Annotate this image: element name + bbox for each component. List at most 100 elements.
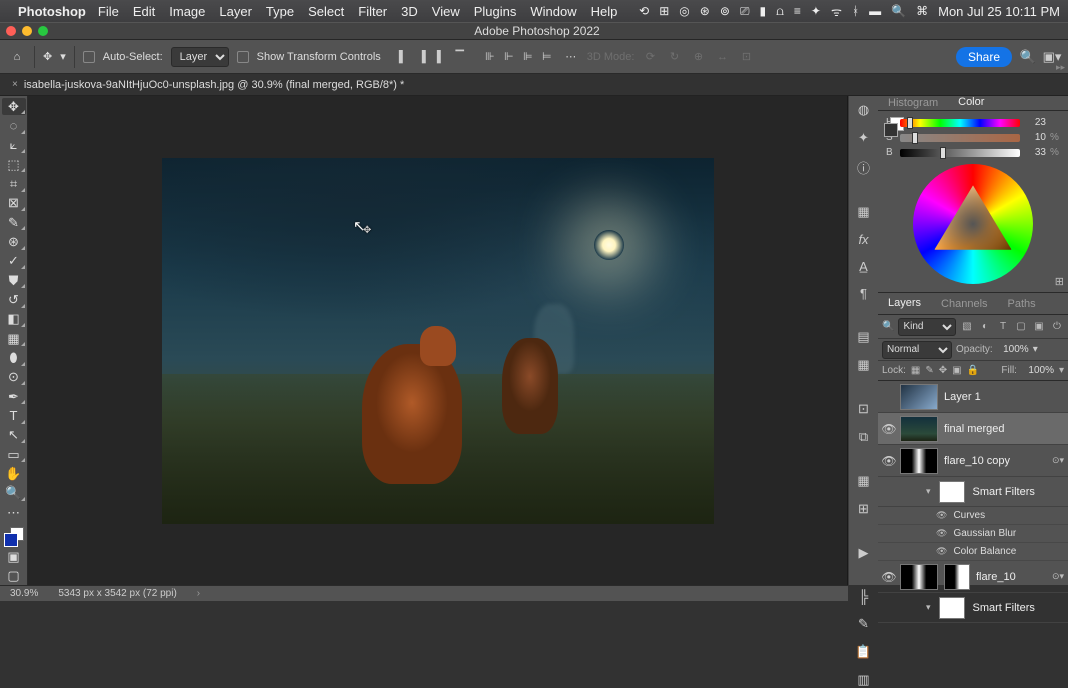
layer-row[interactable]: 👁 final merged: [878, 413, 1068, 445]
canvas-area[interactable]: ↖: [28, 96, 848, 585]
hue-value[interactable]: 23: [1024, 117, 1046, 128]
edit-toolbar-icon[interactable]: ⋯: [2, 504, 26, 521]
character-icon[interactable]: A̲: [855, 259, 873, 274]
search-icon[interactable]: 🔍: [1020, 49, 1036, 65]
smart-filter-item[interactable]: 👁Color Balance: [878, 543, 1068, 561]
autoselect-checkbox[interactable]: [83, 51, 95, 63]
layer-mask-thumb[interactable]: [944, 564, 970, 590]
menu-select[interactable]: Select: [308, 4, 344, 19]
bri-slider[interactable]: [900, 149, 1020, 157]
panel-icon[interactable]: ✎: [855, 616, 873, 632]
visibility-toggle[interactable]: 👁: [878, 570, 900, 584]
menubar-icon[interactable]: ⊛: [700, 4, 710, 18]
document-dimensions[interactable]: 5343 px x 3542 px (72 ppi): [58, 588, 176, 599]
menubar-clock[interactable]: Mon Jul 25 10:11 PM: [938, 4, 1060, 19]
fill-input[interactable]: [1022, 365, 1054, 376]
visibility-toggle[interactable]: 👁: [878, 454, 900, 468]
libraries-icon[interactable]: ◍: [855, 102, 873, 118]
healing-tool[interactable]: ⊛: [2, 233, 26, 250]
layer-thumbnail[interactable]: [900, 416, 938, 442]
lock-all-icon[interactable]: 🔒: [967, 365, 979, 376]
document-tab[interactable]: × isabella-juskova-9aNItHjuOc0-unsplash.…: [4, 74, 412, 95]
window-minimize-button[interactable]: [22, 26, 32, 36]
menubar-icon[interactable]: ⊞: [659, 4, 669, 18]
distribute-icon[interactable]: ⊫: [520, 49, 536, 65]
menu-layer[interactable]: Layer: [219, 4, 252, 19]
distribute-icon[interactable]: ⊨: [539, 49, 555, 65]
app-name[interactable]: Photoshop: [18, 4, 86, 19]
panel-icon[interactable]: ⧉: [855, 429, 873, 445]
menu-filter[interactable]: Filter: [358, 4, 387, 19]
dodge-tool[interactable]: ⊙: [2, 369, 26, 386]
window-close-button[interactable]: [6, 26, 16, 36]
sat-value[interactable]: 10: [1024, 132, 1046, 143]
marquee-tool[interactable]: ◌: [2, 117, 26, 134]
crop-tool[interactable]: ⌗: [2, 175, 26, 192]
type-tool[interactable]: T: [2, 407, 26, 424]
sat-slider[interactable]: [900, 134, 1020, 142]
wifi-icon[interactable]: ᯤ: [831, 3, 842, 20]
bri-value[interactable]: 33: [1024, 147, 1046, 158]
distribute-icon[interactable]: ⊩: [501, 49, 517, 65]
filter-mask-thumb[interactable]: [939, 597, 965, 619]
panel-icon[interactable]: 📋: [855, 644, 873, 660]
panel-icon[interactable]: ▥: [855, 672, 873, 688]
panel-options-icon[interactable]: ⊞: [1055, 275, 1064, 288]
panel-icon[interactable]: ╠: [855, 589, 873, 604]
layer-name[interactable]: flare_10 copy: [944, 455, 1052, 467]
menu-edit[interactable]: Edit: [133, 4, 155, 19]
tab-channels[interactable]: Channels: [931, 293, 997, 314]
panel-icon[interactable]: ▦: [855, 473, 873, 489]
panel-icon[interactable]: ▦: [855, 357, 873, 373]
menu-image[interactable]: Image: [169, 4, 205, 19]
move-tool[interactable]: ✥: [2, 98, 26, 115]
panel-icon[interactable]: ⊡: [855, 401, 873, 417]
eraser-tool[interactable]: ◧: [2, 311, 26, 328]
panel-flyout-icon[interactable]: ▸▸: [1056, 62, 1065, 73]
opacity-input[interactable]: [997, 344, 1029, 355]
swatches-icon[interactable]: ▦: [855, 204, 873, 220]
layer-name[interactable]: final merged: [944, 423, 1064, 435]
lock-nest-icon[interactable]: ▣: [952, 365, 961, 376]
expand-icon[interactable]: ▾: [926, 486, 931, 497]
blend-mode-select[interactable]: Normal: [882, 341, 952, 359]
lock-pos-icon[interactable]: ✥: [939, 365, 947, 376]
frame-tool[interactable]: ⊠: [2, 195, 26, 212]
smart-filter-item[interactable]: 👁Curves: [878, 507, 1068, 525]
history-brush-tool[interactable]: ↺: [2, 291, 26, 308]
foreground-color[interactable]: [4, 533, 18, 547]
smart-filter-item[interactable]: 👁Gaussian Blur: [878, 525, 1068, 543]
menu-view[interactable]: View: [432, 4, 460, 19]
layer-list[interactable]: Layer 1 👁 final merged 👁 flare_10 copy ⊙…: [878, 381, 1068, 623]
smart-filters-row[interactable]: ▾ Smart Filters: [878, 477, 1068, 507]
filter-kind-select[interactable]: Kind: [898, 318, 956, 336]
align-right-icon[interactable]: ▌: [433, 49, 449, 65]
lock-trans-icon[interactable]: ▦: [911, 365, 920, 376]
fill-dropdown-icon[interactable]: ▾: [1059, 365, 1064, 376]
layer-row[interactable]: 👁 flare_10 ⊙▾: [878, 561, 1068, 593]
styles-icon[interactable]: fx: [855, 232, 873, 247]
tab-color[interactable]: Color: [948, 96, 994, 110]
panel-icon[interactable]: ⊞: [855, 501, 873, 517]
lock-image-icon[interactable]: ✎: [925, 365, 933, 376]
shape-tool[interactable]: ▭: [2, 446, 26, 463]
expand-icon[interactable]: ▾: [926, 602, 931, 613]
spotlight-icon[interactable]: 🔍: [891, 4, 906, 18]
menu-window[interactable]: Window: [530, 4, 576, 19]
align-top-icon[interactable]: ▔: [452, 49, 468, 65]
brush-tool[interactable]: ✓: [2, 253, 26, 270]
visibility-toggle[interactable]: 👁: [878, 422, 900, 436]
menubar-icon[interactable]: ⎚: [740, 4, 750, 19]
move-tool-icon[interactable]: ✥: [43, 50, 52, 63]
zoom-level[interactable]: 30.9%: [10, 588, 38, 599]
filter-mask-thumb[interactable]: [939, 481, 965, 503]
menu-3d[interactable]: 3D: [401, 4, 418, 19]
filter-pixel-icon[interactable]: ▧: [960, 320, 974, 334]
opacity-dropdown-icon[interactable]: ▾: [1033, 344, 1038, 355]
document-canvas[interactable]: [162, 158, 714, 524]
tool-preset-dropdown[interactable]: ▾: [60, 50, 66, 63]
menubar-icon[interactable]: ◎: [679, 4, 689, 18]
home-icon[interactable]: ⌂: [8, 48, 26, 66]
bluetooth-icon[interactable]: ᚼ: [852, 4, 859, 18]
layer-name[interactable]: flare_10: [976, 571, 1052, 583]
